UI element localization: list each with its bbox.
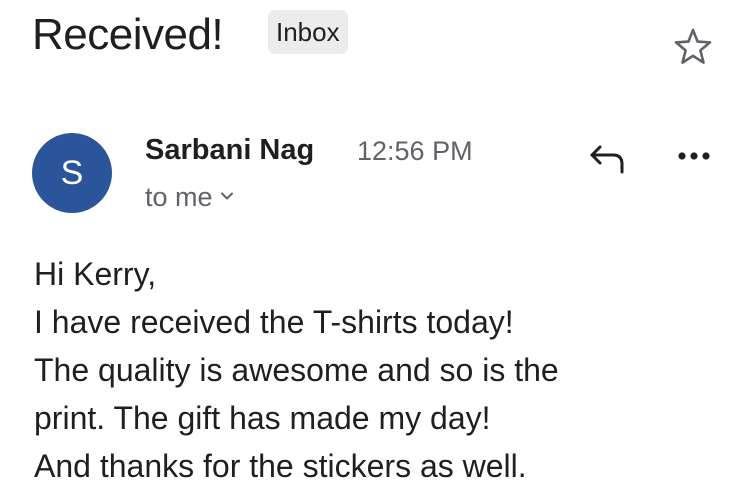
email-subject: Received! [32,10,224,59]
reply-button[interactable] [582,138,630,178]
chevron-down-icon [220,192,233,200]
star-button[interactable] [672,26,714,68]
sent-time: 12:56 PM [357,136,473,166]
star-outline-icon [674,28,712,64]
sender-name: Sarbani Nag [145,134,315,166]
message-body: Hi Kerry, I have received the T-shirts t… [34,250,734,490]
inbox-label-chip[interactable]: Inbox [268,10,348,54]
sender-avatar[interactable]: S [32,133,112,213]
reply-arrow-icon [590,145,624,174]
body-line: print. The gift has made my day! [34,400,491,436]
body-line: And thanks for the stickers as well. [34,448,527,484]
recipients-label: to me [145,182,213,212]
more-horizontal-icon [678,152,710,160]
recipients-toggle[interactable]: to me [145,178,234,216]
body-line: The quality is awesome and so is the [34,352,559,388]
body-line-greeting: Hi Kerry, [34,256,157,292]
more-options-button[interactable] [672,144,716,168]
body-line: I have received the T-shirts today! [34,304,514,340]
